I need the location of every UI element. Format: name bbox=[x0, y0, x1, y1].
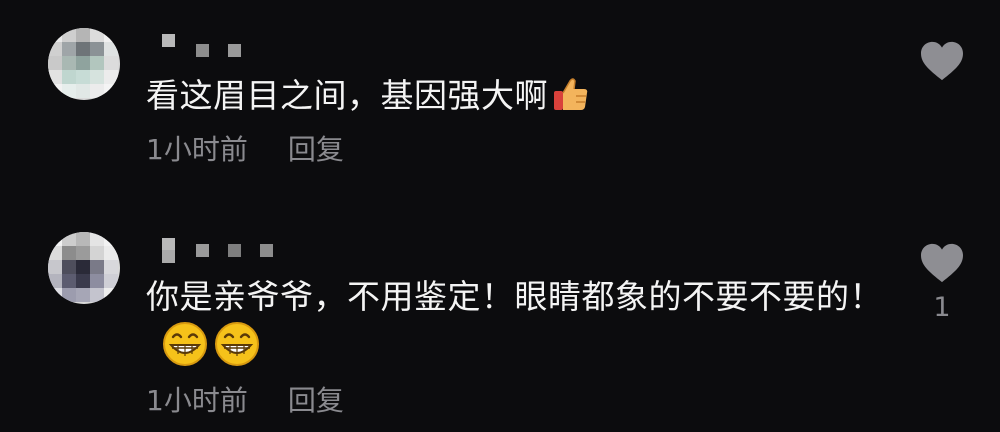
comment-text: 你是亲爷爷，不用鉴定！眼睛都象的不要不要的！ bbox=[146, 273, 886, 380]
grinning-face-icon bbox=[162, 321, 208, 380]
comment-item: 看这眉目之间，基因强大啊 1小时前 回复 bbox=[0, 0, 1000, 200]
like-button[interactable] bbox=[918, 40, 966, 90]
thumbs-up-icon bbox=[552, 75, 590, 126]
like-count: 1 bbox=[933, 292, 951, 323]
reply-button[interactable]: 回复 bbox=[288, 133, 344, 166]
grinning-face-icon bbox=[214, 321, 260, 380]
comment-text-content: 你是亲爷爷，不用鉴定！眼睛都象的不要不要的！ bbox=[146, 277, 883, 316]
comment-time: 1小时前 bbox=[146, 384, 248, 417]
avatar[interactable] bbox=[48, 232, 120, 304]
heart-icon[interactable] bbox=[919, 40, 965, 82]
comment-text-content: 看这眉目之间，基因强大啊 bbox=[146, 76, 548, 115]
heart-icon[interactable] bbox=[919, 242, 965, 284]
like-button[interactable]: 1 bbox=[918, 242, 966, 323]
comment-item: 你是亲爷爷，不用鉴定！眼睛都象的不要不要的！ 1小时前 回复 1 bbox=[0, 200, 1000, 432]
avatar[interactable] bbox=[48, 28, 120, 100]
comment-meta: 1小时前 回复 bbox=[146, 385, 344, 417]
comment-time: 1小时前 bbox=[146, 133, 248, 166]
comment-meta: 1小时前 回复 bbox=[146, 134, 344, 166]
reply-button[interactable]: 回复 bbox=[288, 384, 344, 417]
comment-text: 看这眉目之间，基因强大啊 bbox=[146, 72, 886, 126]
